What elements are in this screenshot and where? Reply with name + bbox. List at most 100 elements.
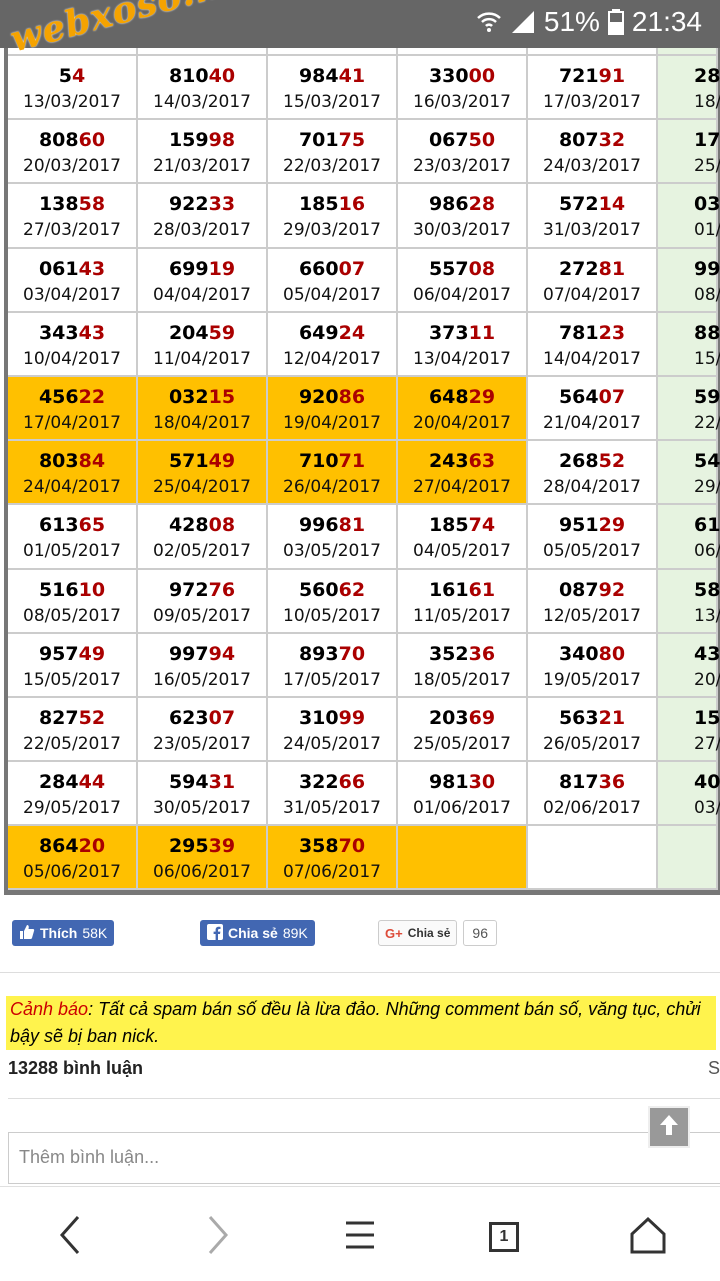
number-head: 340 (558, 642, 599, 665)
result-number: 99794 (138, 642, 266, 666)
tabs-button[interactable]: 1 (480, 1213, 528, 1261)
result-number: 15 (694, 706, 720, 730)
result-cell: 27281 07/04/2017 (528, 248, 658, 313)
result-date: 18/03 (694, 92, 720, 112)
number-head: 920 (298, 385, 339, 408)
facebook-share-button[interactable]: Chia sẻ 89K (200, 920, 315, 946)
number-tail: 61 (468, 578, 496, 601)
result-cell: 98130 01/06/2017 (398, 762, 528, 827)
result-cell: 31099 24/05/2017 (268, 697, 398, 763)
result-date: 03/05/2017 (283, 541, 381, 562)
chevron-right-icon (206, 1215, 230, 1259)
result-cell: 69919 04/04/2017 (138, 248, 268, 313)
number-head: 807 (558, 129, 599, 152)
result-number: 59431 (138, 770, 266, 794)
scroll-to-top-button[interactable] (648, 1106, 690, 1148)
number-tail: 49 (78, 642, 106, 665)
result-number: 80384 (8, 449, 136, 473)
result-cell: 24363 27/04/2017 (398, 441, 528, 506)
number-head: 701 (298, 129, 339, 152)
result-cell: 17 25/03 (658, 120, 720, 185)
result-date: 06/04/2017 (413, 284, 511, 305)
result-number: 99681 (268, 513, 396, 537)
chevron-left-icon (58, 1215, 82, 1259)
like-count: 58K (82, 925, 108, 941)
result-date: 12/05/2017 (543, 605, 641, 626)
number-tail: 43 (78, 257, 106, 280)
number-tail: 22 (78, 385, 106, 408)
number-head: 951 (558, 514, 599, 537)
number-tail: 36 (598, 771, 626, 794)
number-head: 571 (168, 450, 209, 473)
result-date: 15/05/2017 (23, 669, 121, 690)
number-tail: 23 (598, 321, 626, 344)
number-tail: 29 (468, 385, 496, 408)
home-button[interactable] (624, 1213, 672, 1261)
number-tail: 70 (338, 835, 366, 858)
result-cell: 16161 11/05/2017 (398, 569, 528, 634)
number-head: 268 (558, 450, 599, 473)
number-head: 295 (168, 835, 209, 858)
result-date: 28/03/2017 (153, 220, 251, 241)
result-date: 23/05/2017 (153, 733, 251, 754)
number-head: 15 (694, 706, 720, 729)
result-cell: 89370 17/05/2017 (268, 633, 398, 698)
back-button[interactable] (46, 1213, 94, 1261)
result-number: 35236 (398, 642, 526, 666)
number-head: 40 (694, 771, 720, 794)
result-number: 98130 (398, 770, 526, 794)
forward-button[interactable] (194, 1213, 242, 1261)
result-cell: 35236 18/05/2017 (398, 633, 528, 698)
result-cell: 57214 31/03/2017 (528, 184, 658, 249)
result-date: 05/05/2017 (543, 541, 641, 562)
result-cell: 80860 20/03/2017 (8, 120, 138, 185)
result-number: 18574 (398, 513, 526, 537)
result-cell: 20369 25/05/2017 (398, 697, 528, 763)
tabs-count: 1 (499, 1228, 509, 1245)
result-date: 17/04/2017 (23, 412, 121, 433)
sort-menu[interactable]: S (708, 1058, 720, 1079)
number-tail: 40 (208, 65, 236, 87)
battery-icon (607, 9, 624, 35)
result-cell: 58 13/05 (658, 569, 720, 634)
result-number: 51610 (8, 578, 136, 602)
result-cell: 99794 16/05/2017 (138, 633, 268, 698)
result-cell: 78123 14/04/2017 (528, 312, 658, 377)
result-date: 22/05/2017 (23, 733, 121, 754)
browser-nav-bar: 1 (0, 1186, 720, 1281)
result-date: 12/04/2017 (283, 348, 381, 369)
result-date: 08/05/2017 (23, 605, 121, 626)
gplus-share-button[interactable]: G+ Chia sẻ (378, 920, 458, 946)
result-number: 95749 (8, 642, 136, 666)
result-date: 18/05/2017 (413, 669, 511, 690)
menu-button[interactable] (336, 1213, 384, 1261)
result-cell: 71071 26/04/2017 (268, 441, 398, 506)
facebook-like-button[interactable]: Thích 58K (12, 920, 115, 946)
number-tail: 75 (338, 129, 366, 152)
result-cell: 95129 05/05/2017 (528, 505, 658, 570)
result-cell: 28444 29/05/2017 (8, 762, 138, 827)
number-head: 560 (298, 578, 339, 601)
result-date: 20/03/2017 (23, 156, 121, 177)
facebook-icon (207, 923, 223, 943)
number-tail: 94 (208, 642, 236, 665)
result-cell: 86420 05/06/2017 (8, 826, 138, 891)
result-number: 34343 (8, 321, 136, 345)
number-head: 43 (694, 642, 720, 665)
number-tail: 15 (208, 385, 236, 408)
number-tail: 91 (598, 65, 626, 87)
number-tail: 30 (468, 771, 496, 794)
result-date: 20/05 (694, 669, 720, 690)
result-cell: 28 18/03 (658, 56, 720, 121)
result-cell: 99 08/04 (658, 248, 720, 313)
result-number: 57214 (528, 192, 656, 216)
comment-input[interactable]: Thêm bình luận... (8, 1132, 720, 1184)
number-head: 373 (428, 321, 469, 344)
result-number: 89370 (268, 642, 396, 666)
number-tail: 50 (468, 129, 496, 152)
result-date: 03/04/2017 (23, 284, 121, 305)
comments-count: 13288 bình luận (8, 1058, 144, 1078)
number-head: 204 (168, 321, 209, 344)
result-date: 02/05/2017 (153, 541, 251, 562)
result-date: 28/04/2017 (543, 477, 641, 498)
